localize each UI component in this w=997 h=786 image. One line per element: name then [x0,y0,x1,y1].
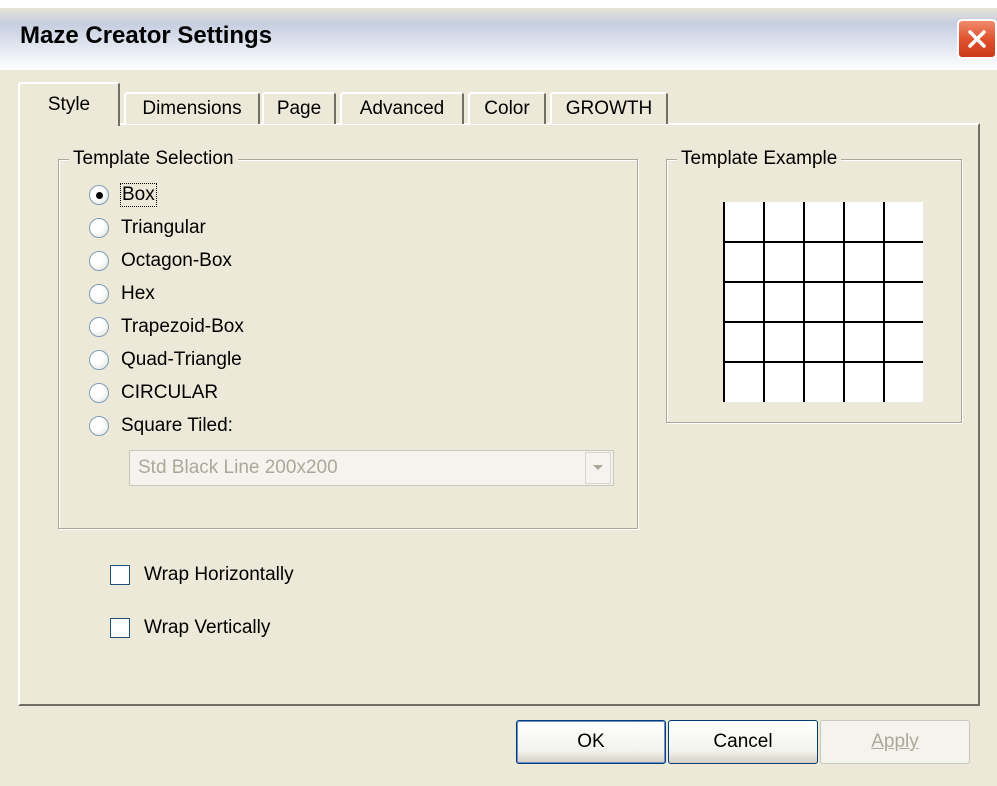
tile-style-select[interactable]: Std Black Line 200x200 [129,450,614,486]
dropdown-button[interactable] [585,452,611,484]
tab-page[interactable]: Page [262,92,336,124]
tab-dimensions[interactable]: Dimensions [124,92,260,124]
close-button[interactable] [957,19,997,59]
radio-button[interactable] [89,284,109,304]
radio-button[interactable] [89,185,109,205]
template-example-legend: Template Example [677,148,842,170]
close-icon [968,30,986,48]
radio-button[interactable] [89,317,109,337]
tab-color[interactable]: Color [468,92,546,124]
radio-button[interactable] [89,251,109,271]
radio-label-circular: CIRCULAR [121,382,219,403]
radio-button[interactable] [89,383,109,403]
tab-strip: Style Dimensions Page Advanced Color GRO… [18,82,678,126]
radio-selected-dot [95,191,103,199]
wrap-vertically-option[interactable]: Wrap Vertically [110,615,270,641]
radio-box[interactable]: Box [89,182,157,208]
tab-panel-style: Template Selection Box Triangular Octago… [18,123,980,706]
radio-button[interactable] [89,218,109,238]
template-selection-legend: Template Selection [69,148,238,170]
radio-quad-triangle[interactable]: Quad-Triangle [89,347,242,373]
radio-label-hex: Hex [121,283,155,304]
wrap-horizontally-label: Wrap Horizontally [144,564,294,585]
wrap-horizontally-option[interactable]: Wrap Horizontally [110,562,294,588]
radio-label-quad-triangle: Quad-Triangle [121,349,242,370]
radio-square-tiled[interactable]: Square Tiled: [89,413,233,439]
cancel-button[interactable]: Cancel [668,720,818,764]
radio-trapezoid-box[interactable]: Trapezoid-Box [89,314,244,340]
radio-label-octagon-box: Octagon-Box [121,250,232,271]
template-example-group: Template Example [666,148,962,423]
radio-circular[interactable]: CIRCULAR [89,380,218,406]
template-selection-group: Template Selection Box Triangular Octago… [58,148,638,529]
radio-label-box: Box [120,183,157,207]
ok-button[interactable]: OK [516,720,666,764]
radio-button[interactable] [89,350,109,370]
title-bar[interactable]: Maze Creator Settings [0,0,997,80]
template-example-preview [723,202,923,402]
apply-button[interactable]: Apply [820,720,970,764]
wrap-horizontally-checkbox[interactable] [110,565,130,585]
radio-label-square-tiled: Square Tiled: [121,415,233,436]
chevron-down-icon [593,465,603,470]
tab-style[interactable]: Style [18,82,120,126]
radio-octagon-box[interactable]: Octagon-Box [89,248,232,274]
dialog-window: Maze Creator Settings Template Selection… [0,0,997,786]
radio-label-trapezoid-box: Trapezoid-Box [121,316,244,337]
wrap-vertically-label: Wrap Vertically [144,617,271,638]
radio-triangular[interactable]: Triangular [89,215,206,241]
radio-button[interactable] [89,416,109,436]
tab-advanced[interactable]: Advanced [340,92,464,124]
apply-label: Apply [871,731,919,752]
tab-growth[interactable]: GROWTH [550,92,668,124]
wrap-vertically-checkbox[interactable] [110,618,130,638]
tile-style-value: Std Black Line 200x200 [138,457,338,478]
radio-label-triangular: Triangular [121,217,206,238]
radio-hex[interactable]: Hex [89,281,155,307]
window-title: Maze Creator Settings [20,22,273,49]
